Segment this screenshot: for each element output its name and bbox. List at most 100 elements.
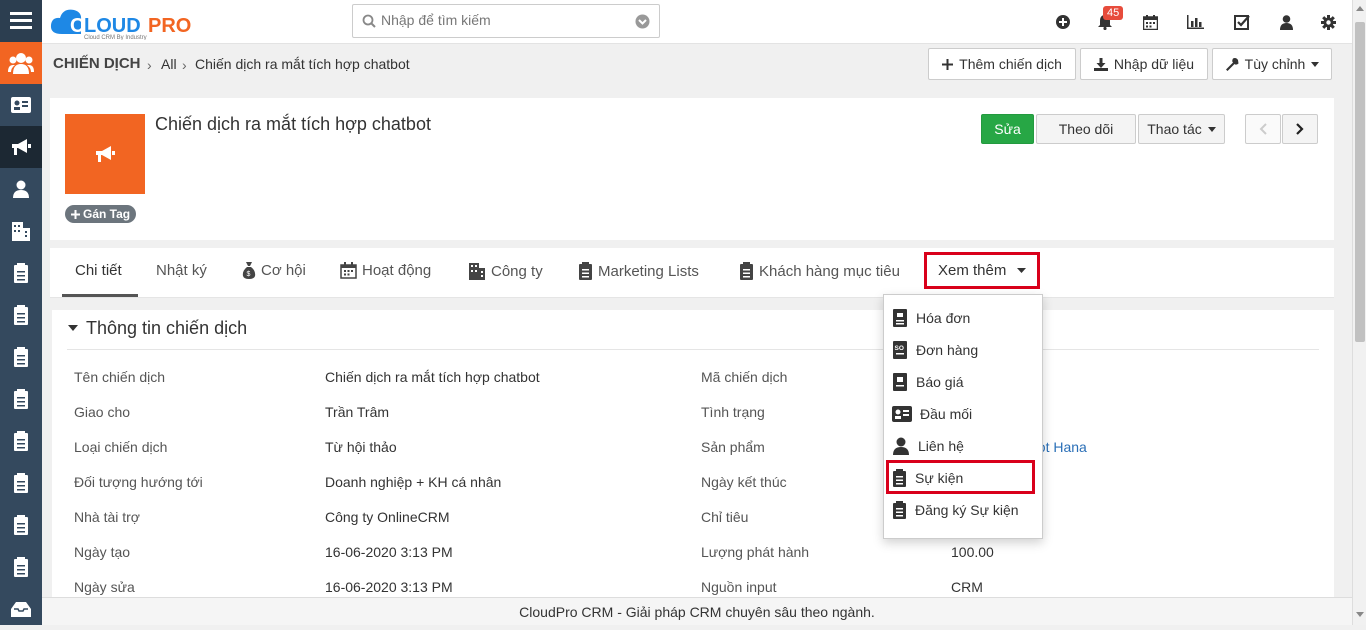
sidebar-item-companies[interactable]: [0, 210, 42, 252]
sidebar-item-inbox[interactable]: [0, 588, 42, 630]
edit-label: Sửa: [994, 121, 1021, 137]
sidebar-item-doc-8[interactable]: [0, 546, 42, 588]
money-bag-icon: $: [242, 262, 256, 279]
import-button[interactable]: Nhập dữ liệu: [1080, 48, 1208, 80]
svg-text:Cloud CRM By Industry: Cloud CRM By Industry: [84, 35, 147, 40]
tab-companies[interactable]: Công ty: [468, 262, 543, 280]
scroll-down-arrow-icon[interactable]: [1356, 612, 1364, 617]
cloudpro-logo[interactable]: C LOUD PRO Cloud CRM By Industry: [48, 4, 198, 41]
previous-record-button[interactable]: [1245, 114, 1281, 144]
tab-activities[interactable]: Hoạt động: [340, 262, 431, 279]
field-label: Nhà tài trợ: [74, 509, 140, 525]
menu-item-invoice[interactable]: Hóa đơn: [892, 305, 1034, 331]
menu-item-leads[interactable]: Đầu mối: [892, 401, 1034, 427]
events-item-highlight: [886, 460, 1035, 494]
caret-down-icon: [1207, 126, 1216, 132]
menu-item-quote[interactable]: Báo giá: [892, 369, 1034, 395]
reports-button[interactable]: [1185, 12, 1205, 32]
menu-toggle-button[interactable]: [0, 0, 42, 42]
customize-button[interactable]: Tùy chỉnh: [1212, 48, 1332, 80]
sidebar-item-doc-4[interactable]: [0, 378, 42, 420]
sidebar-item-doc-1[interactable]: [0, 252, 42, 294]
sidebar-item-contacts[interactable]: [0, 168, 42, 210]
id-card-icon: [892, 406, 912, 422]
assign-tag-label: Gán Tag: [83, 207, 131, 221]
global-search[interactable]: [352, 4, 660, 38]
sidebar-item-campaigns[interactable]: [0, 126, 42, 168]
hamburger-icon: [10, 12, 32, 29]
field-value: Công ty OnlineCRM: [325, 509, 450, 525]
menu-item-contacts[interactable]: Liên hệ: [892, 433, 1034, 459]
menu-item-label: Đăng ký Sự kiện: [915, 502, 1019, 518]
menu-item-label: Hóa đơn: [916, 310, 971, 326]
chevron-left-icon: [1259, 123, 1267, 135]
breadcrumb-filter[interactable]: All: [161, 56, 177, 72]
calendar-icon: [1142, 14, 1158, 30]
record-image: [65, 114, 145, 194]
field-label: Tên chiến dịch: [74, 369, 166, 385]
tab-marketing-lists-label: Marketing Lists: [598, 262, 699, 280]
sidebar-item-users[interactable]: [0, 42, 42, 84]
field-label: Nguồn input: [701, 579, 777, 595]
menu-item-event-registration[interactable]: Đăng ký Sự kiện: [892, 497, 1034, 523]
field-label: Mã chiến dịch: [701, 369, 788, 385]
customize-label: Tùy chỉnh: [1244, 56, 1306, 72]
field-label: Ngày sửa: [74, 579, 135, 595]
chevron-circle-down-icon[interactable]: [635, 14, 650, 29]
sidebar-item-doc-5[interactable]: [0, 420, 42, 462]
sidebar-item-doc-6[interactable]: [0, 462, 42, 504]
user-icon: [1279, 14, 1293, 30]
field-value: 100.00: [951, 544, 994, 560]
follow-button[interactable]: Theo dõi: [1036, 114, 1136, 144]
calendar-icon: [340, 262, 357, 279]
field-value: Trần Trâm: [325, 404, 390, 420]
search-input[interactable]: [381, 12, 621, 28]
scrollbar-thumb[interactable]: [1355, 22, 1365, 342]
add-campaign-button[interactable]: Thêm chiến dịch: [928, 48, 1076, 80]
breadcrumb-module[interactable]: CHIẾN DỊCH: [53, 55, 141, 72]
actions-button[interactable]: Thao tác: [1138, 114, 1225, 144]
next-record-button[interactable]: [1282, 114, 1318, 144]
sidebar-item-doc-3[interactable]: [0, 336, 42, 378]
follow-label: Theo dõi: [1058, 121, 1114, 137]
tab-log-label: Nhật ký: [156, 262, 207, 279]
more-dropdown-menu: Hóa đơn SO Đơn hàng Báo giá Đầu mối Liên…: [883, 294, 1043, 539]
plus-icon: [942, 58, 954, 70]
scroll-up-arrow-icon[interactable]: [1356, 6, 1364, 11]
page-scrollbar[interactable]: [1352, 0, 1366, 625]
tab-companies-label: Công ty: [491, 262, 543, 280]
section-title[interactable]: Thông tin chiến dịch: [86, 318, 247, 339]
tab-target-customers[interactable]: Khách hàng mục tiêu: [739, 262, 900, 280]
tab-log[interactable]: Nhật ký: [156, 262, 207, 279]
tab-marketing-lists[interactable]: Marketing Lists: [578, 262, 699, 280]
sidebar-item-leads[interactable]: [0, 84, 42, 126]
tasks-button[interactable]: [1232, 12, 1252, 32]
user-icon: [13, 180, 29, 198]
plus-icon: [71, 209, 80, 219]
edit-button[interactable]: Sửa: [981, 114, 1034, 144]
document-icon: [14, 431, 28, 451]
settings-button[interactable]: [1318, 12, 1338, 32]
active-tab-indicator: [62, 294, 138, 297]
tab-opportunities[interactable]: $ Cơ hội: [242, 262, 306, 279]
calendar-button[interactable]: [1140, 12, 1160, 32]
menu-item-label: Đầu mối: [920, 406, 973, 422]
assign-tag-button[interactable]: Gán Tag: [65, 205, 137, 223]
svg-text:SO: SO: [895, 345, 904, 352]
tab-target-customers-label: Khách hàng mục tiêu: [759, 262, 900, 280]
sidebar-item-doc-7[interactable]: [0, 504, 42, 546]
profile-button[interactable]: [1276, 12, 1296, 32]
document-icon: [893, 501, 906, 519]
menu-item-order[interactable]: SO Đơn hàng: [892, 337, 1034, 363]
field-value: Doanh nghiệp + KH cá nhân: [325, 474, 502, 490]
tab-details[interactable]: Chi tiết: [75, 262, 122, 279]
gear-icon: [1320, 14, 1336, 30]
field-label: Ngày kết thúc: [701, 474, 787, 490]
section-divider: [67, 349, 1319, 350]
add-button[interactable]: [1053, 12, 1073, 32]
document-icon: [14, 515, 28, 535]
sidebar-item-doc-2[interactable]: [0, 294, 42, 336]
quote-icon: [893, 373, 907, 391]
chevron-right-icon: [1296, 123, 1304, 135]
caret-down-icon[interactable]: [68, 325, 78, 331]
